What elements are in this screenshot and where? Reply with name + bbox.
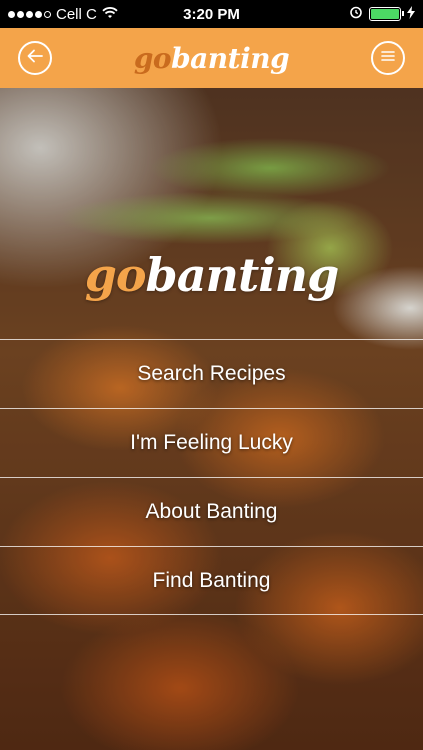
header-logo-banting: banting xyxy=(171,41,290,75)
charging-bolt-icon xyxy=(406,5,415,23)
hero-logo: gobanting xyxy=(0,248,423,302)
signal-dots-icon xyxy=(8,10,51,18)
menu-item-find-banting[interactable]: Find Banting xyxy=(0,546,423,615)
nav-bar: gobanting xyxy=(0,28,423,88)
wifi-icon xyxy=(102,6,118,23)
header-logo: gobanting xyxy=(133,41,290,75)
menu-item-about-banting[interactable]: About Banting xyxy=(0,477,423,546)
app-screen: Cell C 3:20 PM gobanting gobanting Searc… xyxy=(0,0,423,750)
menu-button[interactable] xyxy=(370,41,405,75)
battery-icon xyxy=(368,7,404,21)
status-time: 3:20 PM xyxy=(183,5,240,23)
back-button[interactable] xyxy=(18,41,52,75)
status-bar: Cell C 3:20 PM xyxy=(0,0,423,28)
menu-item-search-recipes[interactable]: Search Recipes xyxy=(0,339,423,408)
alarm-clock-icon xyxy=(349,5,363,23)
hamburger-menu-icon xyxy=(381,49,395,67)
hero-logo-banting: banting xyxy=(145,248,340,302)
main-menu: Search Recipes I'm Feeling Lucky About B… xyxy=(0,339,423,615)
hero-logo-go: go xyxy=(84,248,147,302)
carrier-label: Cell C xyxy=(56,5,97,23)
back-arrow-icon xyxy=(27,49,43,68)
menu-item-feeling-lucky[interactable]: I'm Feeling Lucky xyxy=(0,408,423,477)
header-logo-go: go xyxy=(133,41,172,75)
